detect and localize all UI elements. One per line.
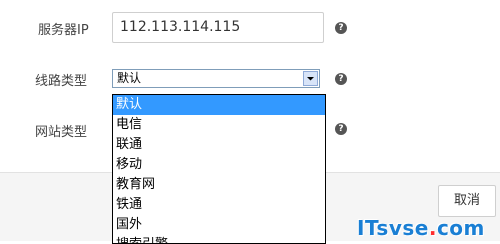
chevron-down-icon[interactable] <box>303 71 318 86</box>
watermark-text-main: ITsvse <box>357 216 429 240</box>
server-ip-help-icon[interactable]: ? <box>335 22 347 34</box>
line-type-dropdown-list[interactable]: 默认 电信 联通 移动 教育网 铁通 国外 搜索引擎 <box>112 94 326 244</box>
dropdown-option[interactable]: 铁通 <box>113 195 325 215</box>
line-type-label: 线路类型 <box>35 74 88 89</box>
dropdown-option[interactable]: 国外 <box>113 215 325 235</box>
site-watermark: ITsvse.com <box>357 216 485 240</box>
dropdown-option[interactable]: 电信 <box>113 115 325 135</box>
watermark-text-dot: . <box>428 216 437 240</box>
server-ip-label: 服务器IP <box>38 23 89 38</box>
line-type-selected-value: 默认 <box>117 71 142 85</box>
cancel-button[interactable]: 取消 <box>438 185 496 217</box>
dropdown-option[interactable]: 移动 <box>113 155 325 175</box>
server-ip-input[interactable]: 112.113.114.115 <box>112 12 324 43</box>
dropdown-option[interactable]: 教育网 <box>113 175 325 195</box>
line-type-help-icon[interactable]: ? <box>335 73 347 85</box>
line-type-select[interactable]: 默认 <box>112 69 320 88</box>
site-type-label: 网站类型 <box>35 125 88 140</box>
site-type-help-icon[interactable]: ? <box>335 123 347 135</box>
dropdown-option[interactable]: 联通 <box>113 135 325 155</box>
dropdown-option[interactable]: 默认 <box>113 95 325 115</box>
watermark-text-tail: com <box>436 216 485 240</box>
